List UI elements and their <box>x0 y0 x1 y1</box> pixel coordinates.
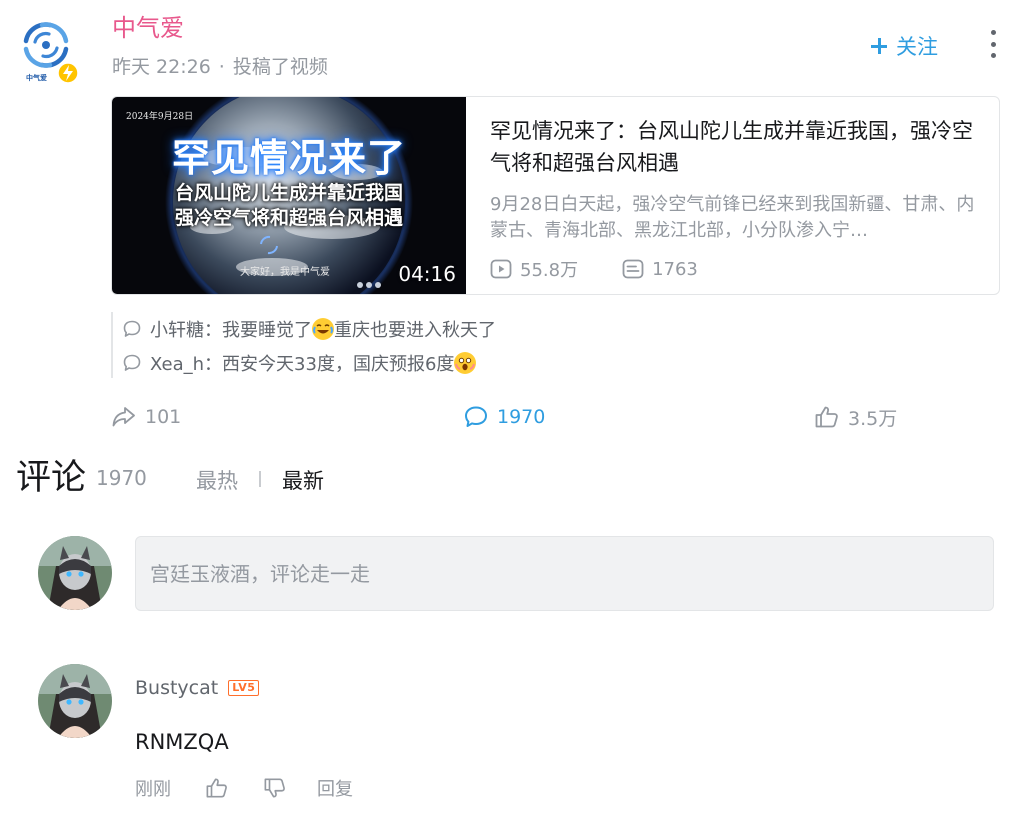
shocked-emoji <box>454 352 477 374</box>
preview-comment-text: 我要睡觉了 <box>222 320 312 341</box>
author-name[interactable]: 中气爱 <box>112 12 184 44</box>
comment-text: RNMZQA <box>135 730 229 754</box>
comment-username[interactable]: Bustycat <box>135 677 218 699</box>
comment-icon <box>465 406 487 427</box>
preview-comment-text-2: 重庆也要进入秋天了 <box>334 320 496 341</box>
danmaku-icon <box>622 259 644 279</box>
reply-button[interactable]: 回复 <box>317 775 353 801</box>
post-action: 投稿了视频 <box>232 56 328 78</box>
comments-title: 评论 <box>16 458 87 498</box>
author-avatar[interactable]: 中气爱 <box>18 18 80 84</box>
hot-comments-preview[interactable]: 小轩糖：我要睡觉了 重庆也要进入秋天了 Xea_h：西安今天33度，国庆预报6度 <box>111 312 711 378</box>
bolt-badge-icon <box>57 62 79 84</box>
preview-comment-user[interactable]: Xea_h <box>150 354 204 375</box>
danmaku-stat: 1763 <box>622 259 698 280</box>
avatar[interactable] <box>38 664 112 738</box>
thumb-subline-2: 强冷空气将和超强台风相遇 <box>174 207 403 229</box>
comment-meta: 刚刚 回复 <box>135 774 353 802</box>
share-icon <box>112 407 135 427</box>
post-time: 昨天 22:26 <box>112 56 211 78</box>
video-description: 9月28日白天起，强冷空气前锋已经来到我国新疆、甘肃、内蒙古、青海北部、黑龙江北… <box>490 194 975 241</box>
plus-icon <box>868 35 890 57</box>
comment-button[interactable]: 1970 <box>463 400 545 434</box>
views-count: 55.8万 <box>520 260 579 281</box>
danmaku-count: 1763 <box>652 258 698 280</box>
thumb-headline: 罕见情况来了 <box>171 136 406 180</box>
sort-hot-tab[interactable]: 最热 <box>196 465 238 495</box>
preview-colon: ： <box>204 320 222 341</box>
video-card[interactable]: 2024年9月28日 罕见情况来了 台风山陀儿生成并靠近我国 强冷空气将和超强台… <box>111 96 1000 295</box>
preview-comment-text: 西安今天33度，国庆预报6度 <box>222 354 455 375</box>
chat-bubble-icon <box>123 320 141 337</box>
svg-text:中气爱: 中气爱 <box>26 73 47 82</box>
preview-comment[interactable]: Xea_h：西安今天33度，国庆预报6度 <box>122 346 711 380</box>
video-duration: 04:16 <box>398 262 456 286</box>
preview-comment[interactable]: 小轩糖：我要睡觉了 重庆也要进入秋天了 <box>122 312 711 346</box>
video-thumbnail[interactable]: 2024年9月28日 罕见情况来了 台风山陀儿生成并靠近我国 强冷空气将和超强台… <box>112 97 466 294</box>
sort-divider <box>259 471 261 487</box>
share-button[interactable]: 101 <box>111 400 181 434</box>
thumb-date: 2024年9月28日 <box>126 112 194 122</box>
thumb-up-icon <box>206 778 227 798</box>
avatar[interactable] <box>38 536 112 610</box>
thumb-down-icon <box>264 778 285 798</box>
video-title[interactable]: 罕见情况来了：台风山陀儿生成并靠近我国，强冷空气将和超强台风相遇 <box>490 115 980 179</box>
avatar-image <box>38 664 112 738</box>
chat-bubble-icon <box>123 354 141 371</box>
level-badge: LV5 <box>228 680 260 696</box>
follow-label: 关注 <box>896 35 938 59</box>
post-meta: 昨天 22:26 · 投稿了视频 <box>112 54 328 80</box>
thumb-subtitle: 台风山陀儿生成并靠近我国 强冷空气将和超强台风相遇 <box>112 181 466 231</box>
comments-count: 1970 <box>96 466 147 490</box>
follow-button[interactable]: 关注 <box>868 30 938 62</box>
thumb-subline-1: 台风山陀儿生成并靠近我国 <box>174 182 403 204</box>
avatar-image <box>38 536 112 610</box>
comment-input[interactable] <box>135 536 994 611</box>
comment-time: 刚刚 <box>135 779 171 800</box>
meta-separator: · <box>218 56 225 78</box>
like-count: 3.5万 <box>848 407 898 430</box>
play-icon <box>490 259 512 279</box>
cry-laugh-emoji <box>312 318 334 340</box>
weather-logo-icon: 中气爱 <box>23 22 79 84</box>
thumb-caption: 大家好，我是中气爱 <box>240 267 330 278</box>
preview-colon: ： <box>204 354 223 375</box>
comment-like-button[interactable] <box>205 777 229 799</box>
comment-count: 1970 <box>497 406 546 428</box>
like-button[interactable]: 3.5万 <box>814 400 897 434</box>
thumb-up-icon <box>815 406 838 428</box>
comment-header: Bustycat LV5 <box>135 677 260 699</box>
preview-comment-user[interactable]: 小轩糖 <box>150 320 204 341</box>
comment-dislike-button[interactable] <box>263 777 287 799</box>
video-stats: 55.8万 1763 <box>490 256 980 282</box>
share-count: 101 <box>145 406 182 428</box>
sort-new-tab[interactable]: 最新 <box>282 465 324 495</box>
more-dots-icon[interactable] <box>982 28 1004 60</box>
video-info: 罕见情况来了：台风山陀儿生成并靠近我国，强冷空气将和超强台风相遇 9月28日白天… <box>490 115 980 282</box>
views-stat: 55.8万 <box>490 256 578 282</box>
